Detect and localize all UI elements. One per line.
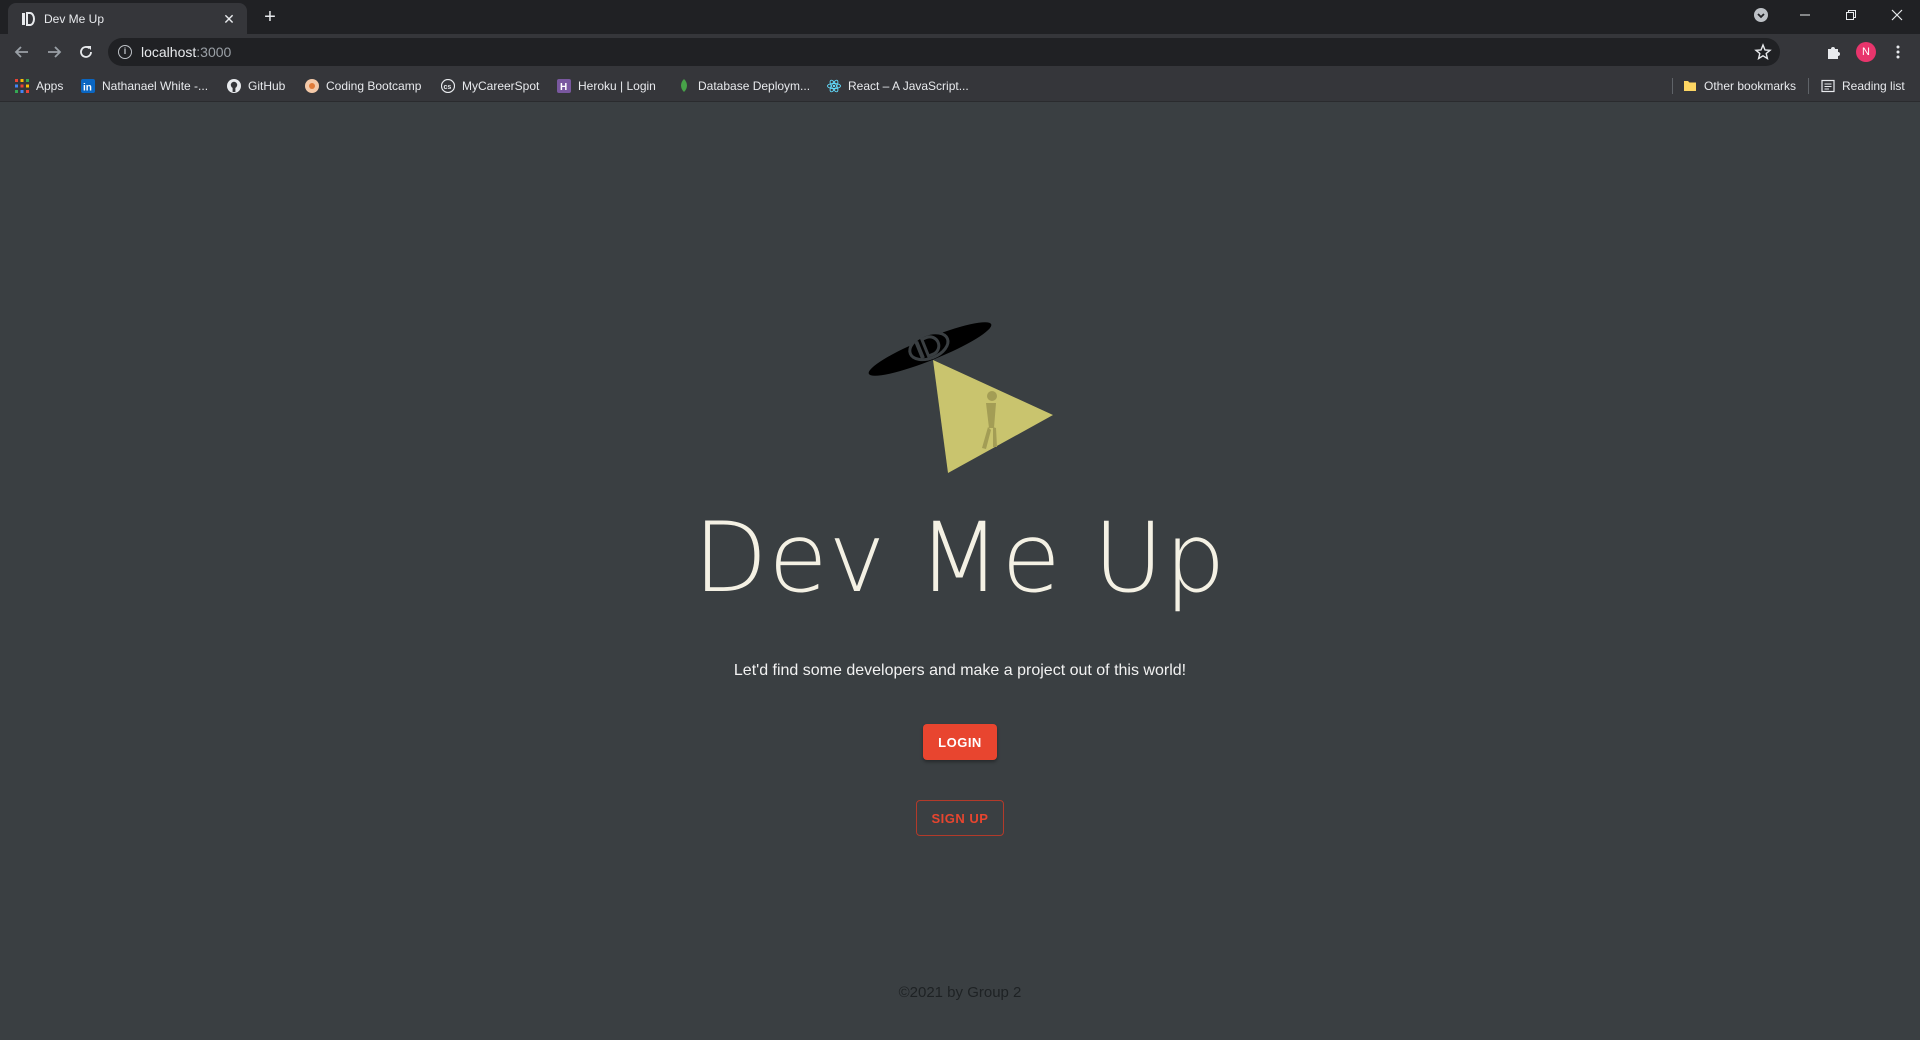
bookmarks-separator [1672,78,1673,94]
tab-search-icon [1754,8,1768,22]
reload-icon [80,46,92,58]
svg-text:H: H [560,82,567,93]
extensions-button[interactable] [1820,38,1848,66]
minimize-icon [1800,14,1810,16]
reading-list-label: Reading list [1842,79,1905,93]
tab-title: Dev Me Up [44,11,105,26]
devmeup-favicon-icon [20,11,36,27]
forward-button[interactable] [40,38,68,66]
browser-tab-active[interactable]: Dev Me Up ✕ [8,3,247,34]
kebab-menu-icon [1896,45,1900,59]
bookmark-github[interactable]: GitHub [226,76,285,96]
url-host: localhost [141,44,197,60]
minimize-button[interactable] [1782,0,1828,30]
reading-list[interactable]: Reading list [1820,76,1905,96]
bookmark-star-icon[interactable] [1754,43,1772,61]
bookmarks-bar: Apps in Nathanael White -... GitHub Codi… [0,70,1920,102]
puzzle-icon [1828,47,1840,59]
other-bookmarks[interactable]: Other bookmarks [1682,76,1796,96]
bookmark-apps[interactable]: Apps [14,76,63,96]
footer-copyright: ©2021 by Group 2 [898,984,1022,1001]
bookmark-heroku[interactable]: H Heroku | Login [556,76,656,96]
restore-icon [1846,10,1856,20]
ufo-logo-icon [868,322,1053,473]
bookmarks-separator [1808,78,1809,94]
careerspot-icon: cs [440,78,456,94]
bookmark-label: Apps [36,79,64,93]
folder-icon [1682,78,1698,94]
bookmark-label: Coding Bootcamp [326,79,422,93]
bookmark-label: Heroku | Login [578,79,656,93]
bookmark-react[interactable]: React – A JavaScript... [826,76,969,96]
bookmark-label: Nathanael White -... [102,79,209,93]
browser-menu-button[interactable] [1884,38,1912,66]
bookmark-label: Database Deploym... [698,79,811,93]
forward-arrow-icon [48,46,62,58]
bookmark-label: React – A JavaScript... [848,79,969,93]
site-info-icon[interactable]: i [118,45,132,59]
tab-close-icon[interactable]: ✕ [221,11,237,27]
back-button[interactable] [8,38,36,66]
profile-avatar[interactable]: N [1856,42,1876,62]
bootcamp-icon [304,78,320,94]
back-arrow-icon [14,46,28,58]
bookmark-coding-bootcamp[interactable]: Coding Bootcamp [304,76,421,96]
bookmark-linkedin[interactable]: in Nathanael White -... [80,76,208,96]
url-port: :3000 [196,44,232,60]
signup-button[interactable]: SIGN UP [916,800,1004,836]
restore-button[interactable] [1828,0,1874,30]
bookmark-label: GitHub [248,79,286,93]
close-icon [1891,9,1903,21]
heroku-icon: H [556,78,572,94]
new-tab-button[interactable]: + [258,6,282,30]
react-icon [826,78,842,94]
reading-list-icon [1820,78,1836,94]
close-window-button[interactable] [1874,0,1920,30]
page-title: Dev Me Up [693,502,1227,614]
landing-page: Dev Me Up Let'd find some developers and… [0,102,1920,1040]
browser-toolbar: i localhost:3000 N [0,34,1920,70]
apps-grid-icon [14,78,30,94]
linkedin-icon: in [80,78,96,94]
bookmark-database-deployment[interactable]: Database Deploym... [676,76,810,96]
other-bookmarks-label: Other bookmarks [1704,79,1797,93]
svg-text:cs: cs [444,84,452,91]
address-bar[interactable]: i localhost:3000 [108,38,1780,66]
github-icon [226,78,242,94]
bookmark-label: MyCareerSpot [462,79,540,93]
tagline: Let'd find some developers and make a pr… [733,662,1187,679]
login-button[interactable]: LOGIN [923,724,997,760]
reload-button[interactable] [72,38,100,66]
svg-text:in: in [83,83,92,94]
bookmark-mycareerspot[interactable]: cs MyCareerSpot [440,76,539,96]
browser-titlebar: Dev Me Up ✕ + [0,0,1920,34]
mongodb-leaf-icon [676,78,692,94]
tab-search-button[interactable] [1738,0,1784,30]
